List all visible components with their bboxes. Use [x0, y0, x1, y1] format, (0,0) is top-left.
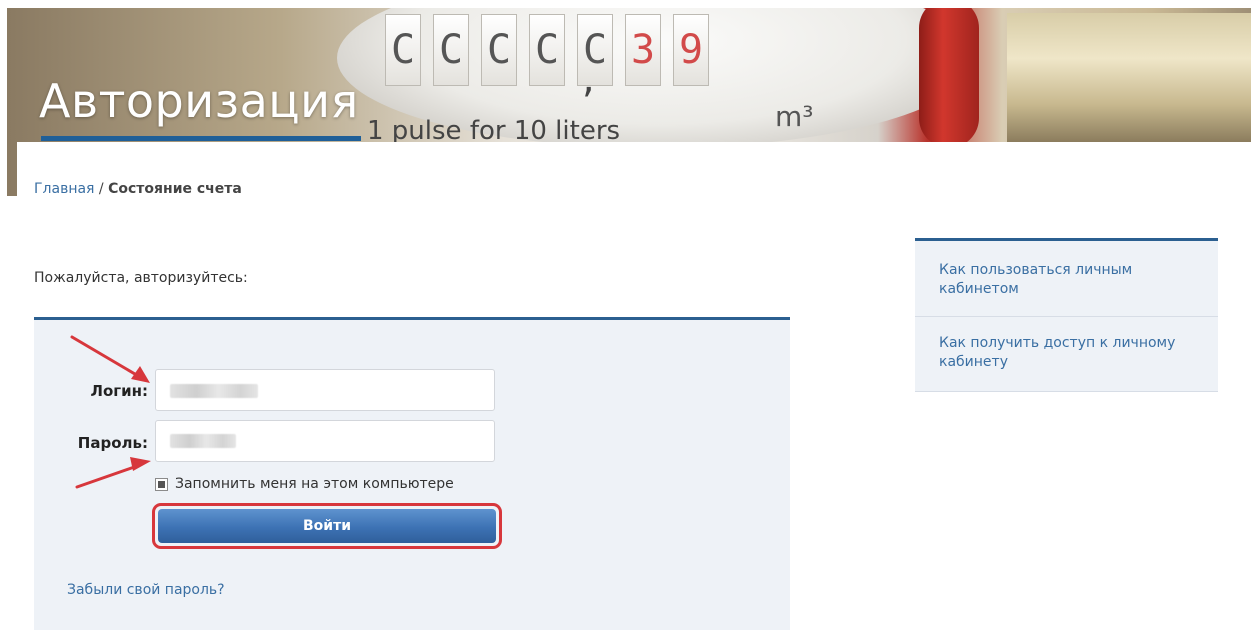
sidebar-link-get-access[interactable]: Как получить доступ к личному кабинету	[915, 317, 1218, 392]
remember-me-checkbox[interactable]	[155, 477, 168, 491]
remember-me-row[interactable]: Запомнить меня на этом компьютере	[155, 476, 454, 492]
title-underline	[41, 136, 361, 141]
meter-digits: C C C C C 3 9	[385, 14, 709, 86]
login-prompt: Пожалуйста, авторизуйтесь:	[34, 270, 248, 286]
meter-digit: C	[433, 14, 469, 86]
header-banner: C C C C C 3 9 , m³ 1 pulse for 10 liters…	[7, 8, 1251, 196]
redacted-login-value	[170, 384, 258, 398]
meter-digit: C	[385, 14, 421, 86]
meter-unit: m³	[775, 100, 814, 133]
redacted-password-value	[170, 434, 236, 448]
login-label: Логин:	[90, 382, 148, 400]
meter-digit: 3	[625, 14, 661, 86]
breadcrumb-separator: /	[94, 181, 109, 197]
login-submit-button[interactable]: Войти	[158, 509, 496, 543]
breadcrumb: Главная / Состояние счета	[34, 181, 242, 197]
remember-me-label: Запомнить меня на этом компьютере	[175, 476, 454, 492]
meter-comma: ,	[582, 56, 595, 102]
password-label: Пароль:	[77, 434, 148, 452]
meter-digit: C	[529, 14, 565, 86]
submit-button-highlight: Войти	[152, 503, 502, 549]
forgot-password-link[interactable]: Забыли свой пароль?	[67, 582, 225, 598]
checkbox-check-icon	[158, 480, 165, 488]
sidebar-link-how-to-use[interactable]: Как пользоваться личным кабинетом	[915, 241, 1218, 317]
page-title: Авторизация	[39, 74, 359, 128]
breadcrumb-current: Состояние счета	[108, 181, 242, 197]
meter-digit: C	[481, 14, 517, 86]
sidebar: Как пользоваться личным кабинетом Как по…	[915, 238, 1218, 392]
meter-digit: 9	[673, 14, 709, 86]
breadcrumb-home-link[interactable]: Главная	[34, 181, 94, 197]
